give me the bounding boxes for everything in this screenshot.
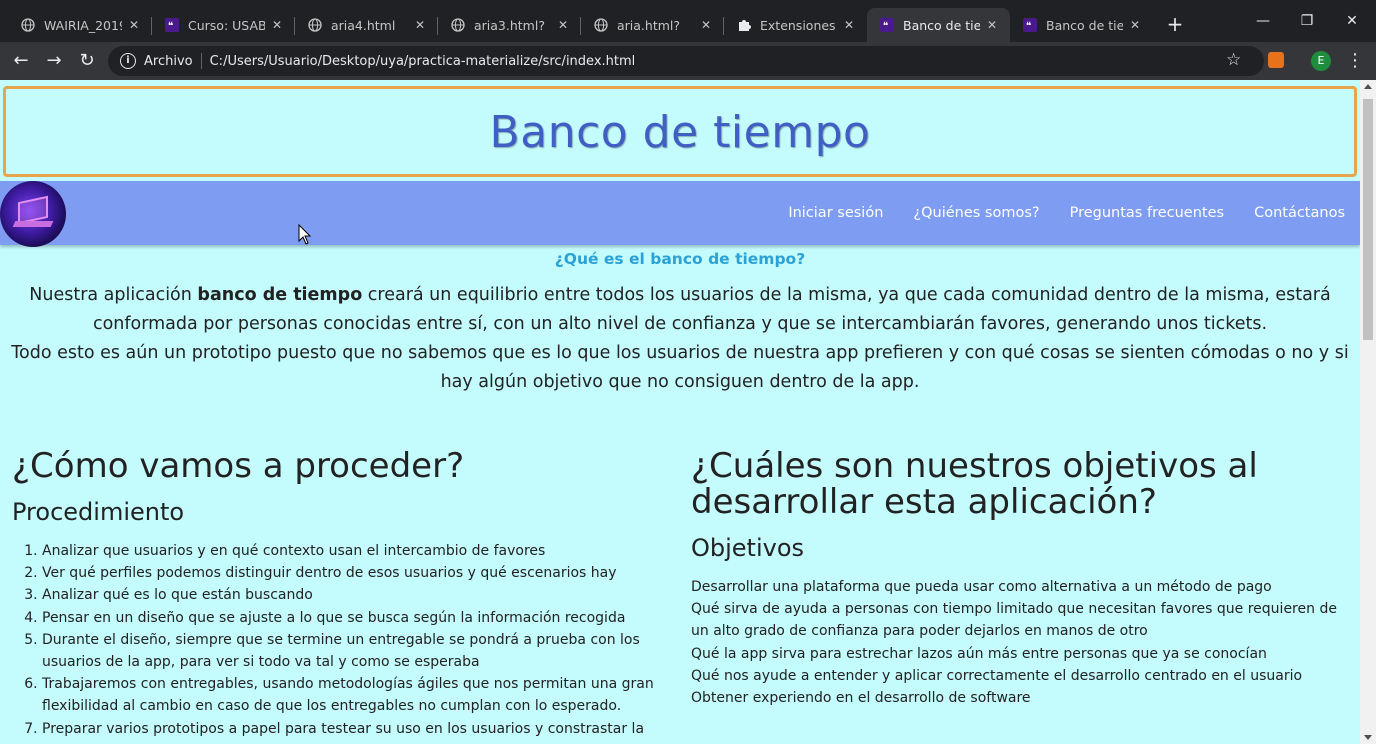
restore-icon[interactable]: ❐	[1296, 10, 1318, 32]
objectives-heading: ¿Cuáles son nuestros objetivos al desarr…	[691, 446, 1258, 522]
globe-icon	[450, 17, 466, 33]
menu-kebab-icon[interactable]: ⋮	[1346, 50, 1364, 71]
tab-aria4[interactable]: aria4.html ✕	[295, 8, 438, 42]
quote-icon: ❝	[1022, 17, 1038, 33]
tab-curso[interactable]: ❝ Curso: USABILI ✕	[152, 8, 295, 42]
tab-aria[interactable]: aria.html? ✕	[581, 8, 724, 42]
tab-aria3[interactable]: aria3.html? ✕	[438, 8, 581, 42]
objectives-column: ¿Cuáles son nuestros objetivos al desarr…	[691, 448, 1341, 709]
list-item: Durante el diseño, siempre que se termin…	[42, 629, 672, 673]
nav-contact-link[interactable]: Contáctanos	[1254, 205, 1345, 221]
svg-text:❝: ❝	[1026, 21, 1031, 32]
procedure-subheading: Procedimiento	[12, 498, 185, 526]
tab-title: aria4.html	[331, 17, 396, 33]
nav-login-link[interactable]: Iniciar sesión	[788, 205, 883, 221]
procedure-column: ¿Cómo vamos a proceder? Procedimiento An…	[12, 448, 672, 740]
intro-p1-start: Nuestra aplicación	[29, 285, 198, 305]
forward-icon[interactable]: →	[43, 50, 65, 72]
extension-icon[interactable]	[1268, 52, 1284, 68]
back-icon[interactable]: ←	[10, 50, 32, 72]
list-item: Analizar que usuarios y en qué contexto …	[42, 540, 672, 562]
list-item: Analizar qué es lo que están buscando	[42, 584, 672, 606]
svg-text:❝: ❝	[883, 21, 888, 32]
profile-avatar[interactable]: E	[1311, 51, 1331, 71]
new-tab-button[interactable]: +	[1164, 13, 1186, 35]
list-item: Preparar varios prototipos a papel para …	[42, 718, 672, 740]
close-icon[interactable]: ✕	[555, 17, 571, 33]
puzzle-icon	[736, 17, 752, 33]
nav-about-link[interactable]: ¿Quiénes somos?	[913, 205, 1039, 221]
tab-title: Extensiones	[760, 17, 836, 33]
quote-icon: ❝	[164, 17, 180, 33]
minimize-icon[interactable]: —	[1252, 10, 1274, 32]
procedure-heading: ¿Cómo vamos a proceder?	[12, 446, 465, 486]
close-icon[interactable]: ✕	[698, 17, 714, 33]
list-item: Obtener experiendo en el desarrollo de s…	[691, 690, 1031, 707]
nav-faq-link[interactable]: Preguntas frecuentes	[1070, 205, 1224, 221]
scrollbar-thumb[interactable]	[1363, 99, 1373, 340]
tab-banco[interactable]: ❝ Banco de tiem ✕	[1010, 8, 1153, 42]
objectives-list: Desarrollar una plataforma que pueda usa…	[691, 576, 1341, 709]
page-scrollbar[interactable]	[1360, 80, 1376, 744]
site-header: Banco de tiempo	[3, 86, 1357, 177]
globe-icon	[307, 17, 323, 33]
laptop-icon	[18, 195, 48, 225]
nav-links: Iniciar sesión ¿Quiénes somos? Preguntas…	[758, 181, 1345, 245]
close-icon[interactable]: ✕	[1127, 17, 1143, 33]
procedure-list: Analizar que usuarios y en qué contexto …	[12, 540, 672, 740]
list-item: Qué nos ayude a entender y aplicar corre…	[691, 667, 1303, 684]
close-icon[interactable]: ✕	[126, 17, 142, 33]
logo[interactable]	[0, 181, 66, 247]
tab-strip: WAIRIA_2019 ( ✕ ❝ Curso: USABILI ✕ aria4…	[0, 0, 1376, 42]
tab-title: Banco de tiem	[903, 17, 980, 33]
globe-icon	[20, 17, 36, 33]
list-item: Qué la app sirva para estrechar lazos aú…	[691, 645, 1267, 662]
globe-icon	[593, 17, 609, 33]
tab-wairia[interactable]: WAIRIA_2019 ( ✕	[0, 8, 152, 42]
list-item: Ver qué perfiles podemos distinguir dent…	[42, 562, 672, 584]
address-bar[interactable]: i Archivo C:/Users/Usuario/Desktop/uya/p…	[108, 46, 1264, 76]
intro-text: Nuestra aplicación banco de tiempo crear…	[10, 281, 1350, 397]
mouse-cursor-icon	[298, 224, 312, 245]
list-item: Qué sirva de ayuda a personas con tiempo…	[691, 601, 1337, 640]
tab-title: Banco de tiem	[1046, 17, 1123, 33]
close-icon[interactable]: ✕	[412, 17, 428, 33]
tab-extensiones[interactable]: Extensiones ✕	[724, 8, 867, 42]
intro-question: ¿Qué es el banco de tiempo?	[554, 250, 806, 268]
info-icon[interactable]: i	[120, 53, 136, 69]
address-scheme: Archivo	[144, 53, 193, 69]
intro-p2: Todo esto es aún un prototipo puesto que…	[11, 343, 1349, 392]
close-icon[interactable]: ✕	[269, 17, 285, 33]
tab-title: WAIRIA_2019 (	[44, 17, 122, 33]
tab-title: aria3.html?	[474, 17, 545, 33]
address-divider	[200, 53, 202, 69]
browser-toolbar: ← → ↻ i Archivo C:/Users/Usuario/Desktop…	[0, 42, 1376, 80]
page-viewport: Banco de tiempo Iniciar sesión ¿Quiénes …	[0, 80, 1376, 744]
quote-icon: ❝	[879, 17, 895, 33]
close-icon[interactable]: ✕	[841, 17, 857, 33]
svg-text:❝: ❝	[168, 21, 173, 32]
tab-banco-active[interactable]: ❝ Banco de tiem ✕	[867, 8, 1010, 42]
scroll-up-icon[interactable]	[1364, 84, 1372, 89]
tab-title: Curso: USABILI	[188, 17, 265, 33]
reload-icon[interactable]: ↻	[76, 50, 98, 72]
tab-title: aria.html?	[617, 17, 681, 33]
objectives-subheading: Objetivos	[691, 534, 805, 562]
site-navbar: Iniciar sesión ¿Quiénes somos? Preguntas…	[0, 181, 1360, 247]
close-icon[interactable]: ✕	[984, 17, 1000, 33]
address-url: C:/Users/Usuario/Desktop/uya/practica-ma…	[209, 53, 636, 69]
list-item: Pensar en un diseño que se ajuste a lo q…	[42, 607, 672, 629]
window-close-icon[interactable]: ✕	[1341, 10, 1363, 32]
scroll-down-icon[interactable]	[1364, 735, 1372, 740]
list-item: Trabajaremos con entregables, usando met…	[42, 673, 672, 717]
page-title: Banco de tiempo	[489, 107, 871, 158]
bookmark-star-icon[interactable]: ☆	[1226, 50, 1241, 70]
list-item: Desarrollar una plataforma que pueda usa…	[691, 579, 1272, 595]
intro-bold: banco de tiempo	[197, 285, 363, 305]
laptop-base	[12, 221, 54, 227]
